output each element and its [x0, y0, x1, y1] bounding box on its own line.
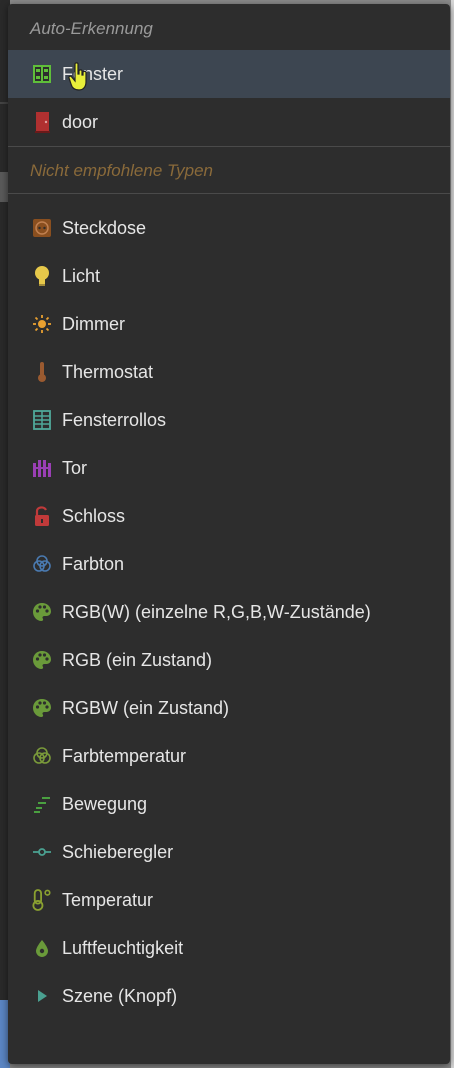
- lightbulb-icon: [32, 265, 52, 287]
- color-circles-icon: [32, 553, 52, 575]
- motion-icon: [32, 793, 52, 815]
- menu-item-tor[interactable]: Tor: [8, 444, 450, 492]
- menu-item-label: Schloss: [62, 505, 126, 526]
- menu-item-temperatur[interactable]: Temperatur: [8, 876, 450, 924]
- menu-item-label: Fensterrollos: [62, 409, 167, 430]
- menu-item-door[interactable]: door: [8, 98, 450, 146]
- menu-item-farbton[interactable]: Farbton: [8, 540, 450, 588]
- menu-item-label: Bewegung: [62, 793, 148, 814]
- menu-item-licht[interactable]: Licht: [8, 252, 450, 300]
- menu-item-schieberegler[interactable]: Schieberegler: [8, 828, 450, 876]
- menu-item-rgb-ein-zustand[interactable]: RGB (ein Zustand): [8, 636, 450, 684]
- menu-item-label: RGB(W) (einzelne R,G,B,W-Zustände): [62, 601, 371, 622]
- menu-item-steckdose[interactable]: Steckdose: [8, 204, 450, 252]
- menu-item-label: Tor: [62, 457, 88, 478]
- menu-item-dimmer[interactable]: Dimmer: [8, 300, 450, 348]
- gate-icon: [32, 457, 52, 479]
- palette-icon: [32, 697, 52, 719]
- menu-item-label: Licht: [62, 265, 101, 286]
- not-recommended-list: Steckdose Licht Dimmer Thermostat Fensterrol…: [8, 204, 450, 1020]
- not-recommended-header: Nicht empfohlene Typen: [30, 161, 214, 180]
- menu-item-fensterrollos[interactable]: Fensterrollos: [8, 396, 450, 444]
- device-type-dropdown-menu: Auto-Erkennung Fenster door Nicht empfohl…: [8, 4, 450, 1064]
- lock-icon: [32, 505, 52, 527]
- window-icon: [32, 63, 52, 85]
- menu-item-label: RGB (ein Zustand): [62, 649, 213, 670]
- socket-icon: [32, 217, 52, 239]
- thermometer-icon: [32, 361, 52, 383]
- menu-item-label: Temperatur: [62, 889, 154, 910]
- menu-item-label: Schieberegler: [62, 841, 174, 862]
- menu-item-label: Thermostat: [62, 361, 154, 382]
- menu-item-label: Farbton: [62, 553, 125, 574]
- menu-item-rgb-w-einzelne-r-g-b-w-zustände[interactable]: RGB(W) (einzelne R,G,B,W-Zustände): [8, 588, 450, 636]
- menu-item-schloss[interactable]: Schloss: [8, 492, 450, 540]
- droplet-icon: [32, 937, 52, 959]
- play-icon: [32, 985, 52, 1007]
- menu-item-thermostat[interactable]: Thermostat: [8, 348, 450, 396]
- menu-item-luftfeuchtigkeit[interactable]: Luftfeuchtigkeit: [8, 924, 450, 972]
- menu-item-label: Farbtemperatur: [62, 745, 187, 766]
- menu-item-label: RGBW (ein Zustand): [62, 697, 230, 718]
- menu-item-label: Steckdose: [62, 217, 147, 238]
- menu-item-bewegung[interactable]: Bewegung: [8, 780, 450, 828]
- menu-item-rgbw-ein-zustand[interactable]: RGBW (ein Zustand): [8, 684, 450, 732]
- hand-cursor-icon: [68, 62, 87, 91]
- menu-item-label: Luftfeuchtigkeit: [62, 937, 184, 958]
- palette-icon: [32, 601, 52, 623]
- color-temp-icon: [32, 745, 52, 767]
- auto-detection-header: Auto-Erkennung: [30, 19, 153, 38]
- palette-icon: [32, 649, 52, 671]
- menu-item-label: Dimmer: [62, 313, 125, 334]
- sun-icon: [32, 313, 52, 335]
- menu-item-label: Szene (Knopf): [62, 985, 178, 1006]
- slider-icon: [32, 841, 52, 863]
- blinds-icon: [32, 409, 52, 431]
- menu-item-szene-knopf[interactable]: Szene (Knopf): [8, 972, 450, 1020]
- door-icon: [32, 111, 52, 133]
- menu-item-farbtemperatur[interactable]: Farbtemperatur: [8, 732, 450, 780]
- temperature-icon: [32, 889, 52, 911]
- menu-item-label: door: [62, 111, 99, 132]
